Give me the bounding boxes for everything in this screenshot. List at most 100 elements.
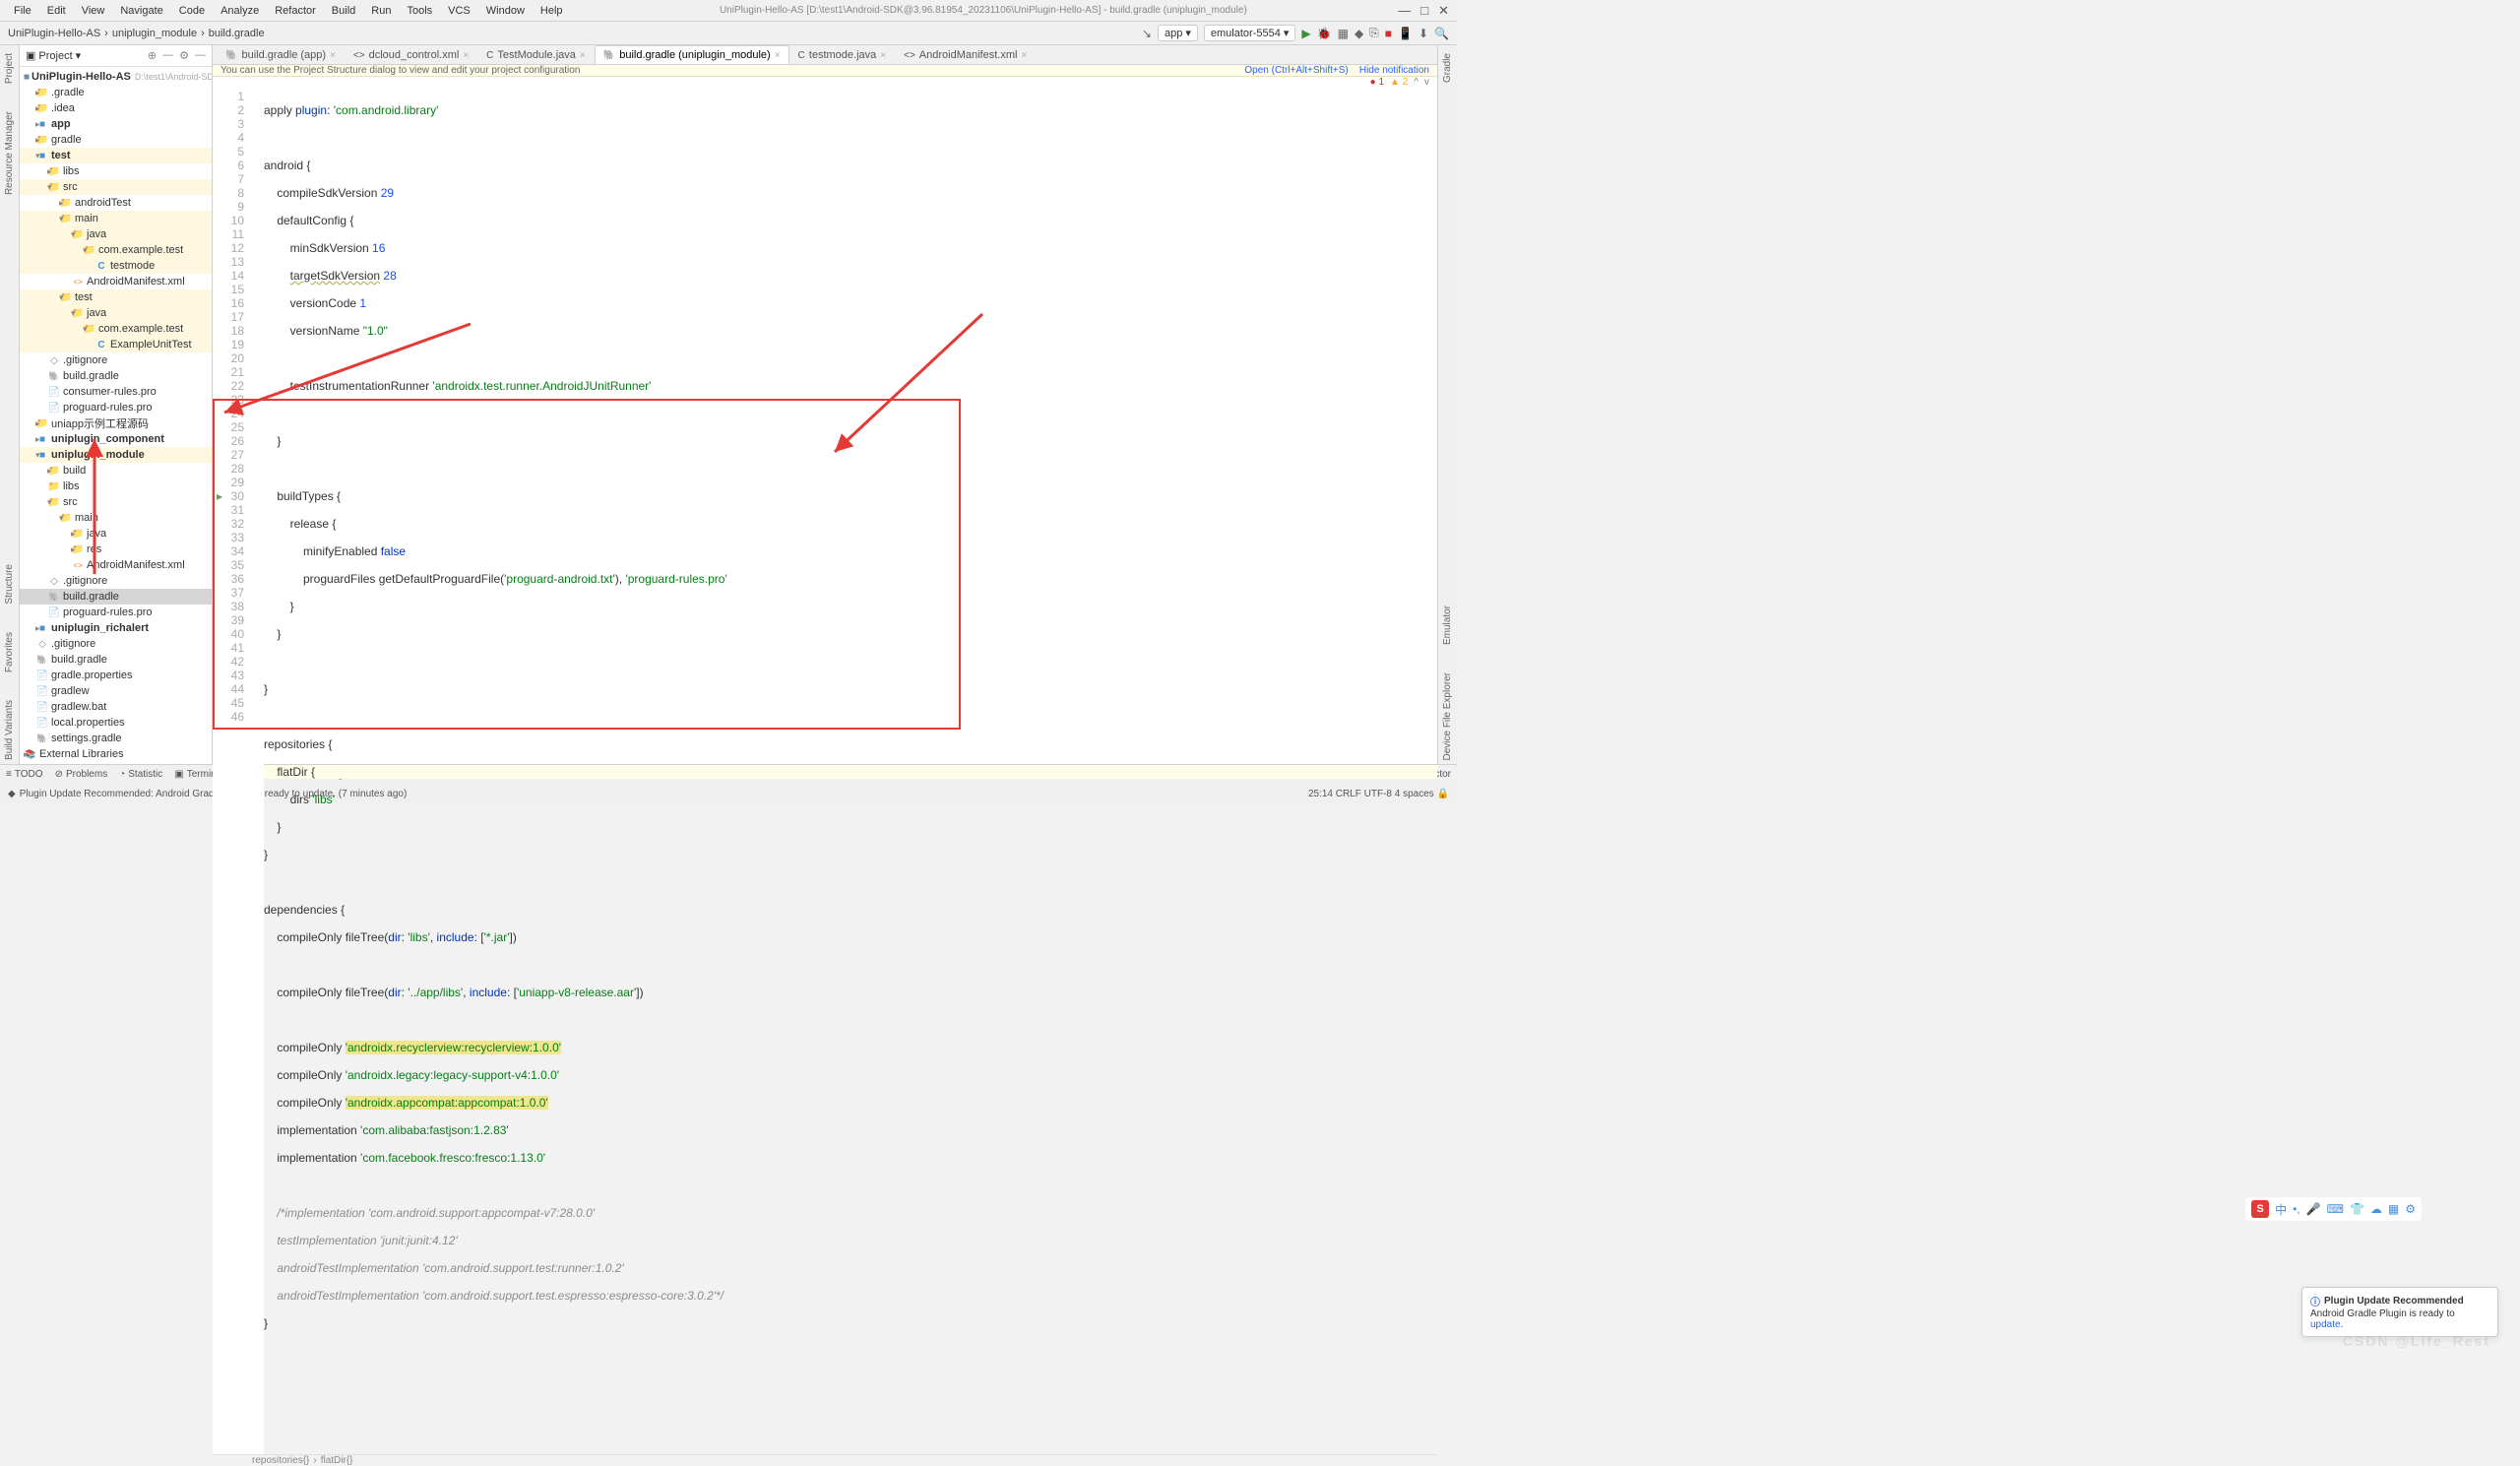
warning-count[interactable]: ▲ 2: [1390, 77, 1408, 88]
tree-node[interactable]: ▾test: [20, 289, 212, 305]
breadcrumb-item[interactable]: uniplugin_module: [112, 28, 197, 39]
tree-node[interactable]: gradle.properties: [20, 668, 212, 683]
run-config-dropdown[interactable]: app ▾: [1158, 25, 1198, 41]
tree-node[interactable]: ▸build: [20, 463, 212, 478]
tree-node[interactable]: Scratches and Consoles: [20, 762, 212, 764]
tree-node[interactable]: ▸uniplugin_richalert: [20, 620, 212, 636]
menu-build[interactable]: Build: [326, 3, 361, 19]
editor-tab[interactable]: 🐘build.gradle (uniplugin_module)×: [595, 45, 789, 64]
tree-node[interactable]: build.gradle: [20, 652, 212, 668]
tree-node[interactable]: settings.gradle: [20, 731, 212, 746]
tree-node[interactable]: ▾com.example.test: [20, 242, 212, 258]
close-button[interactable]: ✕: [1438, 3, 1449, 19]
line-gutter[interactable]: 1234567891011121314151617181920212223242…: [213, 88, 252, 1454]
settings-icon[interactable]: ⚙: [179, 49, 189, 62]
menu-navigate[interactable]: Navigate: [114, 3, 168, 19]
maximize-button[interactable]: □: [1420, 3, 1428, 19]
tree-node[interactable]: ▸androidTest: [20, 195, 212, 211]
device-explorer-button[interactable]: Device File Explorer: [1442, 669, 1453, 764]
tree-node[interactable]: ▾src: [20, 179, 212, 195]
profile-icon[interactable]: ◆: [1354, 27, 1363, 40]
menu-refactor[interactable]: Refactor: [269, 3, 322, 19]
hide-icon[interactable]: —: [195, 49, 206, 62]
tree-node[interactable]: ▸gradle: [20, 132, 212, 148]
tree-node[interactable]: build.gradle: [20, 368, 212, 384]
close-tab-icon[interactable]: ×: [775, 50, 781, 61]
run-icon[interactable]: ▶: [1301, 27, 1310, 40]
ime-punct-icon[interactable]: •,: [2293, 1202, 2300, 1216]
close-tab-icon[interactable]: ×: [330, 50, 336, 61]
close-tab-icon[interactable]: ×: [1021, 50, 1027, 61]
tree-node[interactable]: AndroidManifest.xml: [20, 274, 212, 289]
ime-keyboard-icon[interactable]: ⌨: [2327, 1202, 2344, 1216]
menu-tools[interactable]: Tools: [401, 3, 438, 19]
tree-node[interactable]: libs: [20, 478, 212, 494]
coverage-icon[interactable]: ▦: [1338, 27, 1349, 40]
minimize-button[interactable]: —: [1398, 3, 1411, 19]
device-dropdown[interactable]: emulator-5554 ▾: [1204, 25, 1296, 41]
favorites-tool-button[interactable]: Favorites: [4, 628, 15, 676]
tree-node[interactable]: consumer-rules.pro: [20, 384, 212, 400]
editor-tab[interactable]: <>dcloud_control.xml×: [345, 45, 477, 64]
resource-manager-button[interactable]: Resource Manager: [4, 107, 15, 199]
ime-toolbox-icon[interactable]: ▦: [2388, 1202, 2399, 1216]
close-tab-icon[interactable]: ×: [880, 50, 886, 61]
editor-tab[interactable]: CTestModule.java×: [477, 45, 595, 64]
editor-tab[interactable]: Ctestmode.java×: [789, 45, 896, 64]
tree-node[interactable]: ▾main: [20, 510, 212, 526]
tree-node[interactable]: ExampleUnitTest: [20, 337, 212, 352]
menu-help[interactable]: Help: [535, 3, 569, 19]
project-tool-button[interactable]: Project: [4, 49, 15, 88]
statistic-tool[interactable]: ◔ Statistic: [119, 769, 162, 780]
menu-run[interactable]: Run: [365, 3, 397, 19]
tree-node[interactable]: ▸External Libraries: [20, 746, 212, 762]
ime-skin-icon[interactable]: 👕: [2350, 1202, 2364, 1216]
structure-tool-button[interactable]: Structure: [4, 560, 15, 608]
tree-node[interactable]: proguard-rules.pro: [20, 400, 212, 415]
stop-icon[interactable]: ■: [1385, 27, 1392, 40]
tree-node[interactable]: ▸app: [20, 116, 212, 132]
menu-code[interactable]: Code: [173, 3, 211, 19]
tree-node[interactable]: ▸java: [20, 526, 212, 542]
gradle-tool-button[interactable]: Gradle: [1442, 49, 1453, 87]
tree-node[interactable]: gradlew: [20, 683, 212, 699]
tree-node[interactable]: ▸.idea: [20, 100, 212, 116]
tree-node[interactable]: .gitignore: [20, 573, 212, 589]
next-highlight-icon[interactable]: v: [1424, 77, 1429, 88]
menu-vcs[interactable]: VCS: [442, 3, 476, 19]
tree-node[interactable]: ▾main: [20, 211, 212, 226]
prev-highlight-icon[interactable]: ^: [1414, 77, 1418, 88]
avd-icon[interactable]: 📱: [1398, 27, 1413, 40]
tree-node[interactable]: ▾test: [20, 148, 212, 163]
tree-node[interactable]: build.gradle: [20, 589, 212, 605]
build-variants-button[interactable]: Build Variants: [4, 696, 15, 764]
sync-icon[interactable]: ↘: [1142, 27, 1152, 40]
tree-node[interactable]: local.properties: [20, 715, 212, 731]
open-structure-link[interactable]: Open (Ctrl+Alt+Shift+S): [1244, 65, 1348, 76]
ime-cloud-icon[interactable]: ☁: [2370, 1202, 2382, 1216]
tree-node[interactable]: ▸.gradle: [20, 85, 212, 100]
ime-voice-icon[interactable]: 🎤: [2306, 1202, 2321, 1216]
tree-node[interactable]: AndroidManifest.xml: [20, 557, 212, 573]
collapse-icon[interactable]: —: [162, 49, 173, 62]
tree-node[interactable]: ▾com.example.test: [20, 321, 212, 337]
tree-node[interactable]: ▸uniplugin_component: [20, 431, 212, 447]
project-tree[interactable]: ▾UniPlugin-Hello-ASD:\test1\Android-SDK@…: [20, 67, 212, 764]
emulator-tool-button[interactable]: Emulator: [1442, 602, 1453, 649]
code-breadcrumb[interactable]: repositories{}›flatDir{}: [213, 1454, 1437, 1466]
search-icon[interactable]: 🔍: [1434, 27, 1449, 40]
update-link[interactable]: update: [2310, 1319, 2341, 1330]
close-tab-icon[interactable]: ×: [463, 50, 469, 61]
tree-node[interactable]: ▾src: [20, 494, 212, 510]
tree-node[interactable]: .gitignore: [20, 636, 212, 652]
menu-window[interactable]: Window: [480, 3, 531, 19]
ime-settings-icon[interactable]: ⚙: [2405, 1202, 2416, 1216]
editor-tab[interactable]: <>AndroidManifest.xml×: [895, 45, 1036, 64]
hide-notification-link[interactable]: Hide notification: [1359, 65, 1429, 76]
close-tab-icon[interactable]: ×: [580, 50, 586, 61]
ime-lang-icon[interactable]: 中: [2275, 1201, 2287, 1218]
todo-tool[interactable]: ≡ TODO: [6, 769, 43, 780]
attach-icon[interactable]: ⎘: [1369, 26, 1379, 40]
tree-node[interactable]: ▾java: [20, 305, 212, 321]
tree-node[interactable]: ▾UniPlugin-Hello-ASD:\test1\Android-SDK@…: [20, 69, 212, 85]
